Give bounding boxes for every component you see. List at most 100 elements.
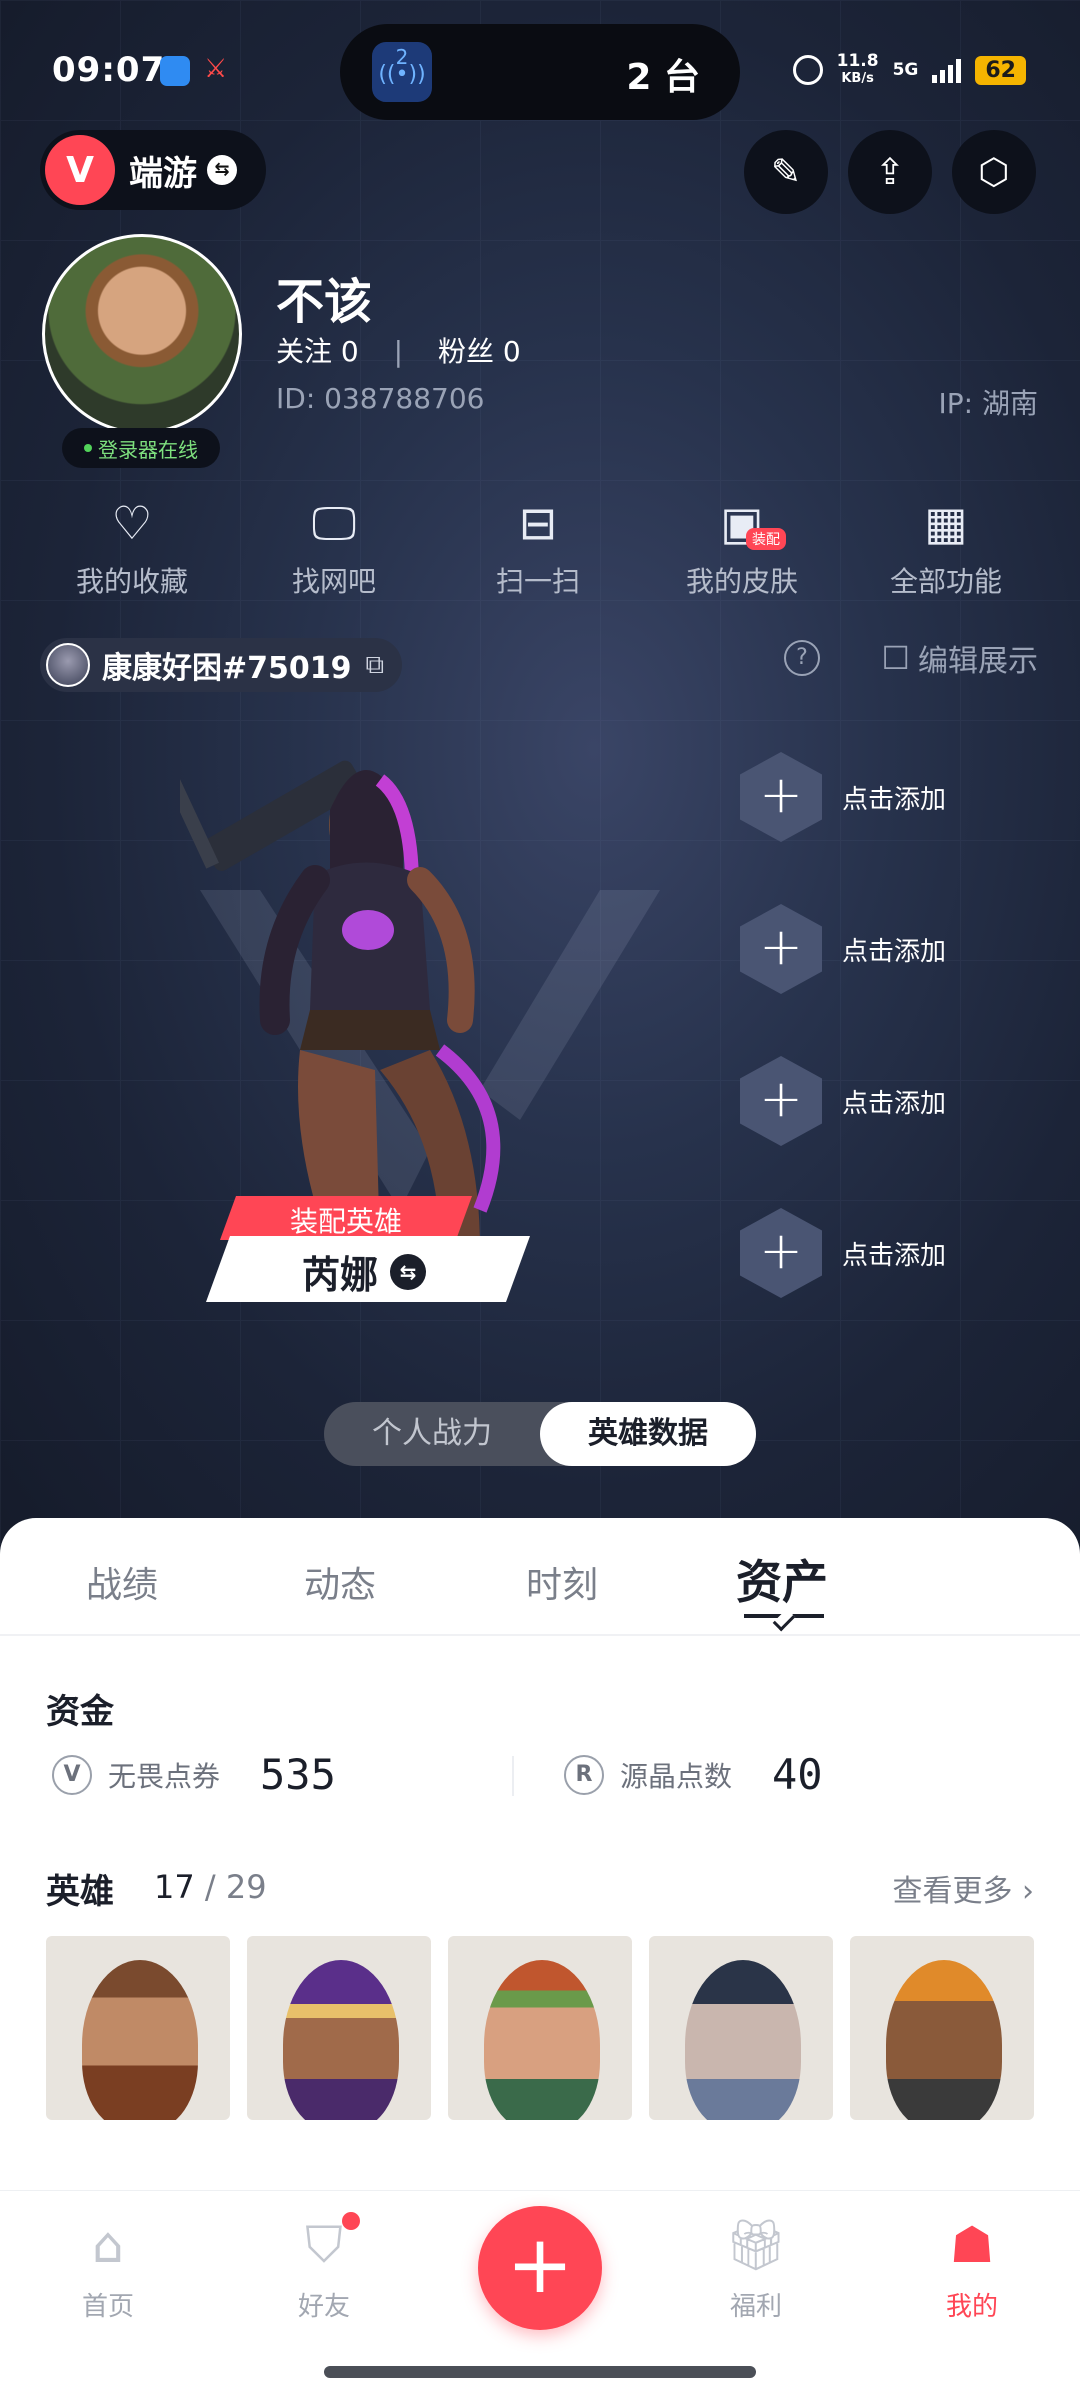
hero-portrait <box>685 1960 801 2120</box>
scan-icon: ⊟ <box>518 496 558 550</box>
hero-portrait <box>886 1960 1002 2120</box>
see-more-link[interactable]: 查看更多 › <box>892 1866 1034 1910</box>
profile-icon: ☗ <box>949 2216 995 2274</box>
quick-action-favorites[interactable]: ♡ 我的收藏 <box>32 496 232 600</box>
add-slot-label: 点击添加 <box>842 784 947 815</box>
dynamic-island[interactable]: 2 ((•)) 2 台 <box>340 24 740 120</box>
network-type: 5G <box>892 60 919 80</box>
notification-game-icon: ⚔ <box>204 54 228 84</box>
swap-icon: ⇆ <box>207 155 237 185</box>
quick-action-label: 扫一扫 <box>495 565 580 598</box>
alarm-icon <box>792 55 823 85</box>
nav-label: 福利 <box>729 2292 782 2322</box>
plus-icon: + <box>506 2218 574 2311</box>
riot-id: 康康好困#75019 <box>102 651 352 686</box>
post-button[interactable]: ✎ <box>744 130 828 214</box>
hero-portrait <box>484 1960 600 2120</box>
quick-action-skins[interactable]: ▣ 装配 我的皮肤 <box>642 496 842 600</box>
copy-icon[interactable]: ⧉ <box>366 650 385 681</box>
fund-value: 535 <box>260 1750 336 1799</box>
status-time: 09:07 <box>52 50 166 90</box>
add-slot-1[interactable]: + 点击添加 <box>740 752 946 842</box>
fans-count[interactable]: 粉丝 0 <box>438 335 521 368</box>
nav-label: 好友 <box>297 2292 350 2322</box>
status-icons: 11.8 KB/s 5G 62 <box>792 52 1026 88</box>
edit-showcase-label: 编辑展示 <box>918 644 1038 679</box>
avatar[interactable] <box>42 234 242 434</box>
hero-card[interactable] <box>247 1936 431 2120</box>
nav-welfare[interactable]: 🎁︎ 福利 <box>686 2216 826 2323</box>
signal-icon <box>932 57 962 83</box>
quick-action-label: 找网吧 <box>291 565 376 598</box>
nav-label: 我的 <box>945 2292 998 2322</box>
nav-me[interactable]: ☗ 我的 <box>902 2216 1042 2323</box>
net-speed: 11.8 KB/s <box>837 52 879 88</box>
add-icon: + <box>740 1208 822 1298</box>
net-speed-value: 11.8 <box>836 51 879 71</box>
add-slot-label: 点击添加 <box>842 1240 947 1271</box>
heroes-title: 英雄 <box>46 1872 114 1912</box>
hero-card[interactable] <box>46 1936 230 2120</box>
add-slot-4[interactable]: + 点击添加 <box>740 1208 946 1298</box>
quick-action-label: 我的皮肤 <box>685 565 798 598</box>
hero-count: 17 / 29 <box>154 1868 267 1906</box>
game-switcher[interactable]: V 端游 ⇆ <box>40 130 266 210</box>
segment-personal-power[interactable]: 个人战力 <box>324 1402 540 1466</box>
following-count[interactable]: 关注 0 <box>276 335 359 368</box>
add-icon: + <box>740 752 822 842</box>
quick-action-label: 全部功能 <box>889 565 1002 598</box>
quick-action-scan[interactable]: ⊟ 扫一扫 <box>438 496 638 600</box>
help-icon[interactable]: ? <box>784 640 820 676</box>
quick-action-netcafe[interactable]: 🖵 找网吧 <box>234 496 434 600</box>
heart-icon: ♡ <box>111 496 153 550</box>
settings-button[interactable]: ⬡ <box>952 130 1036 214</box>
add-icon: + <box>740 904 822 994</box>
hero-card[interactable] <box>649 1936 833 2120</box>
add-icon: + <box>740 1056 822 1146</box>
monitor-icon: 🖵 <box>311 496 357 550</box>
create-post-button[interactable]: + <box>478 2206 602 2330</box>
add-slot-label: 点击添加 <box>842 936 947 967</box>
fund-label: 源晶点数 <box>620 1759 733 1793</box>
agent-illustration[interactable] <box>180 690 670 1250</box>
edit-icon: ☐ <box>881 639 910 677</box>
tab-divider <box>0 1634 1080 1636</box>
tab-records[interactable]: 战绩 <box>86 1556 158 1608</box>
agent-name: 芮娜 <box>301 1253 378 1297</box>
valorant-points-icon: V <box>52 1754 92 1795</box>
hero-card[interactable] <box>850 1936 1034 2120</box>
stats-separator: | <box>393 335 404 368</box>
add-slot-2[interactable]: + 点击添加 <box>740 904 946 994</box>
data-segment-control[interactable]: 个人战力 英雄数据 <box>324 1402 756 1466</box>
edit-showcase-button[interactable]: ☐ 编辑展示 <box>881 636 1038 680</box>
segment-hero-data[interactable]: 英雄数据 <box>540 1402 756 1466</box>
add-slot-3[interactable]: + 点击添加 <box>740 1056 946 1146</box>
nav-home[interactable]: ⌂ 首页 <box>38 2216 178 2323</box>
hero-total-count: / 29 <box>204 1868 267 1906</box>
radianite-icon: R <box>564 1754 604 1795</box>
quick-action-all[interactable]: ▦ 全部功能 <box>846 496 1046 600</box>
share-button[interactable]: ⇪ <box>848 130 932 214</box>
nav-friends[interactable]: ⛉ 好友 <box>254 2212 394 2323</box>
add-slot-label: 点击添加 <box>842 1088 947 1119</box>
online-status-badge: 登录器在线 <box>62 428 220 468</box>
riot-id-pill[interactable]: 康康好困#75019 ⧉ <box>40 638 403 692</box>
hero-card[interactable] <box>448 1936 632 2120</box>
notification-dot <box>342 2212 360 2230</box>
tab-moments[interactable]: 时刻 <box>526 1556 598 1608</box>
tab-feed[interactable]: 动态 <box>304 1556 376 1608</box>
fund-radianite: R 源晶点数 40 <box>564 1750 823 1799</box>
net-speed-unit: KB/s <box>841 71 874 86</box>
user-id: ID: 038788706 <box>276 382 485 415</box>
gear-icon: ⬡ <box>978 151 1010 193</box>
skin-icon: ▣ 装配 <box>642 496 842 552</box>
online-dot-icon <box>84 444 92 452</box>
tab-assets[interactable]: 资产 <box>736 1546 828 1612</box>
username: 不该 <box>276 274 373 330</box>
agent-name-row[interactable]: 芮娜 ⇆ <box>244 1244 484 1299</box>
hero-portrait <box>82 1960 198 2120</box>
fund-label: 无畏点券 <box>108 1759 221 1793</box>
home-icon: ⌂ <box>92 2216 124 2274</box>
home-indicator[interactable] <box>324 2366 756 2378</box>
ip-location: IP: 湖南 <box>938 387 1038 420</box>
